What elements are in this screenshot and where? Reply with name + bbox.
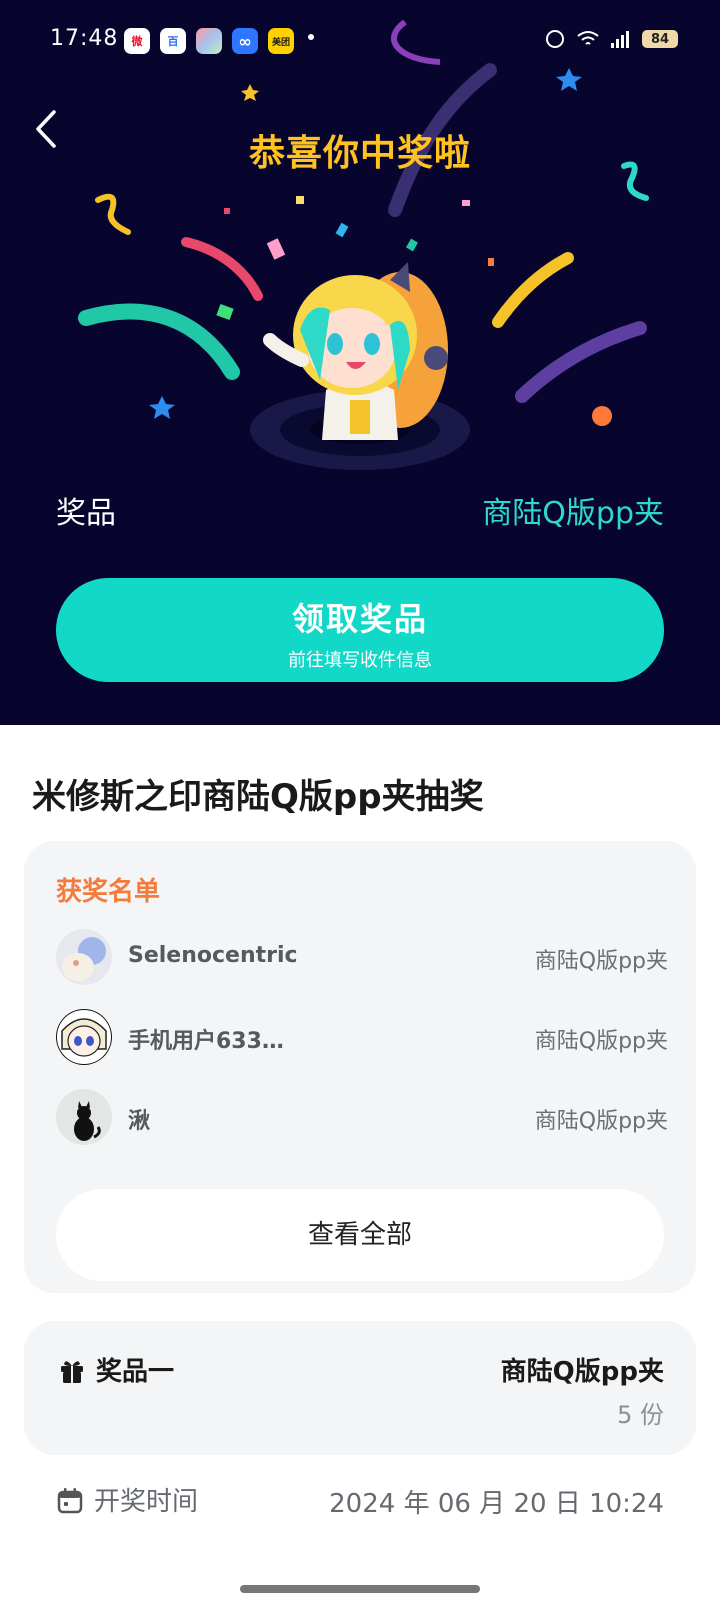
avatar [56, 1089, 112, 1145]
wifi-icon [577, 31, 599, 45]
weibo-app-icon: 微 [124, 28, 150, 54]
signal-icon [611, 31, 629, 48]
winners-heading: 获奖名单 [56, 877, 161, 907]
claim-button-subtitle: 前往填写收件信息 [288, 650, 432, 671]
prize-card: 奖品一 商陆Q版pp夹 5 份 [24, 1321, 696, 1455]
draw-label-group: 开奖时间 [56, 1481, 198, 1518]
home-indicator[interactable] [240, 1585, 480, 1593]
nfc-icon [546, 30, 564, 48]
gift-icon [61, 1360, 83, 1383]
draw-time-label: 开奖时间 [94, 1487, 199, 1517]
battery-icon: 84 [642, 30, 678, 48]
prize-value: 商陆Q版pp夹 [482, 496, 664, 531]
lottery-title: 米修斯之印商陆Q版pp夹抽奖 [32, 777, 484, 817]
prize-label-group: 奖品一 [58, 1351, 174, 1388]
winner-prize: 商陆Q版pp夹 [534, 1029, 668, 1054]
baidu-app-icon: 百 [160, 28, 186, 54]
prize-name: 商陆Q版pp夹 [500, 1357, 664, 1387]
meituan-app-icon: 美团 [268, 28, 294, 54]
winner-name: 手机用户633… [128, 1029, 284, 1054]
mascot-illustration [250, 262, 470, 470]
avatar [56, 929, 112, 985]
calendar-icon [57, 1487, 83, 1513]
claim-button-title: 领取奖品 [291, 600, 428, 638]
winner-name: Selenocentric [128, 943, 298, 968]
view-all-button[interactable]: 查看全部 [56, 1189, 664, 1281]
winners-card: 获奖名单 Selenocentric 商陆Q版pp夹 手机用户633… 商陆Q版… [24, 841, 696, 1293]
winner-name: 湫 [128, 1109, 151, 1134]
draw-time-value: 2024 年 06 月 20 日 10:24 [329, 1489, 664, 1519]
hero-banner: 17:48 微 百 ∞ 美团 84 恭喜你中奖啦 奖品 商陆Q版pp夹 领取奖品… [0, 0, 720, 725]
winner-row[interactable]: 湫 商陆Q版pp夹 [56, 1089, 668, 1147]
claim-prize-button[interactable]: 领取奖品 前往填写收件信息 [56, 578, 664, 682]
prize-count: 5 份 [617, 1401, 664, 1429]
status-bar: 17:48 微 百 ∞ 美团 84 [0, 0, 720, 84]
winner-prize: 商陆Q版pp夹 [534, 949, 668, 974]
winner-row[interactable]: 手机用户633… 商陆Q版pp夹 [56, 1009, 668, 1067]
status-app-icons: 微 百 ∞ 美团 [124, 28, 294, 54]
congrats-title: 恭喜你中奖啦 [248, 133, 471, 174]
status-time: 17:48 [50, 26, 119, 51]
gallery-app-icon [196, 28, 222, 54]
notification-dot-icon [308, 34, 314, 40]
lottery-details: 米修斯之印商陆Q版pp夹抽奖 获奖名单 Selenocentric 商陆Q版pp… [0, 725, 720, 1608]
winner-row[interactable]: Selenocentric 商陆Q版pp夹 [56, 929, 668, 987]
infinity-app-icon: ∞ [232, 28, 258, 54]
prize-label: 奖品 [56, 496, 116, 531]
prize-tier-label: 奖品一 [96, 1357, 175, 1387]
status-indicators: 84 [544, 28, 678, 50]
avatar [56, 1009, 112, 1065]
draw-time-row: 开奖时间 2024 年 06 月 20 日 10:24 [56, 1481, 664, 1521]
winner-prize: 商陆Q版pp夹 [534, 1109, 668, 1134]
